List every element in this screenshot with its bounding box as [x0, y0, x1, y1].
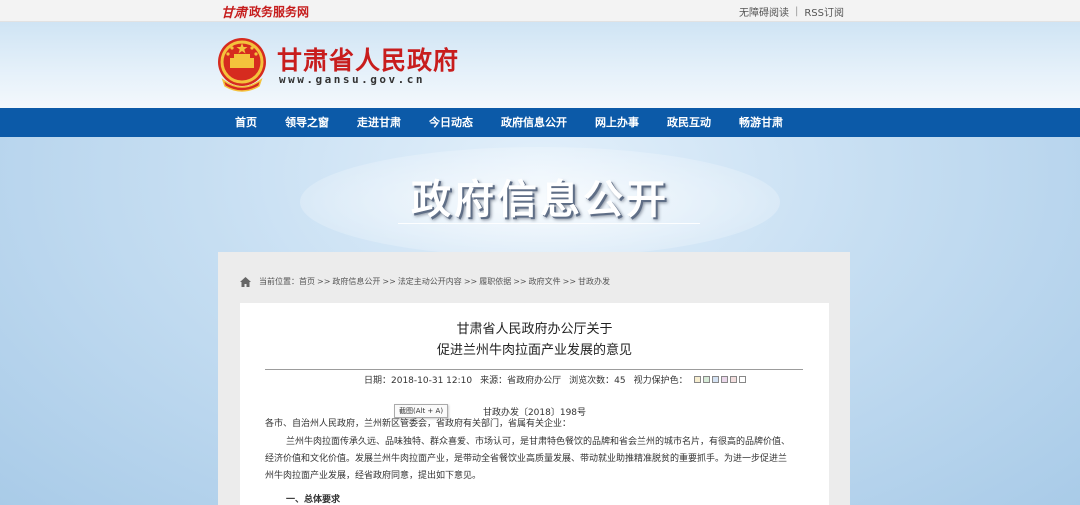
site-header: 甘肃省人民政府 www.gansu.gov.cn: [0, 22, 1080, 108]
breadcrumb-gov-documents[interactable]: 政府文件: [529, 276, 561, 287]
home-icon: [240, 276, 251, 287]
banner-underline: [398, 223, 700, 224]
breadcrumb-arrow: >>: [562, 277, 577, 286]
breadcrumb-arrow: >>: [513, 277, 527, 286]
section-heading: 一、总体要求: [286, 495, 341, 505]
breadcrumb-arrow: >>: [382, 277, 396, 286]
rss-subscribe-link[interactable]: RSS订阅: [798, 4, 850, 19]
top-links: 无障碍阅读 | RSS订阅: [733, 4, 850, 19]
gansu-script-logo: 甘肃: [221, 5, 248, 21]
nav-item-tourism[interactable]: 畅游甘肃: [725, 108, 797, 137]
content-panel: 当前位置： 首页 >> 政府信息公开 >> 法定主动公开内容 >> 履职依据 >…: [218, 252, 850, 505]
accessibility-reading-link[interactable]: 无障碍阅读: [733, 4, 795, 19]
nav-item-leaders[interactable]: 领导之窗: [271, 108, 343, 137]
nav-item-online-services[interactable]: 网上办事: [581, 108, 653, 137]
service-portal-link[interactable]: 甘肃 政务服务网: [221, 3, 310, 21]
breadcrumb-arrow: >>: [317, 277, 331, 286]
color-swatch-white[interactable]: [738, 376, 746, 383]
view-count: 浏览次数：45: [569, 376, 626, 386]
site-title[interactable]: 甘肃省人民政府: [277, 41, 459, 77]
color-swatch-purple[interactable]: [720, 376, 728, 383]
document-title-line2: 促进兰州牛肉拉面产业发展的意见: [436, 343, 632, 358]
nav-item-about-gansu[interactable]: 走进甘肃: [343, 108, 415, 137]
document-body: 甘肃省人民政府办公厅关于 促进兰州牛肉拉面产业发展的意见 日期：2018-10-…: [240, 303, 829, 505]
banner-title: 政府信息公开: [411, 177, 669, 223]
breadcrumb-current[interactable]: 甘政办发: [578, 276, 610, 287]
nav-item-news[interactable]: 今日动态: [415, 108, 487, 137]
color-swatch-yellow[interactable]: [693, 376, 701, 383]
eye-protection-swatches: [693, 376, 748, 383]
breadcrumb-home[interactable]: 首页: [299, 276, 315, 287]
document-meta: 日期：2018-10-31 12:10 来源：省政府办公厅 浏览次数：45 视力…: [364, 373, 748, 386]
main-nav: 首页 领导之窗 走进甘肃 今日动态 政府信息公开 网上办事 政民互动 畅游甘肃: [0, 108, 1080, 137]
breadcrumb-arrow: >>: [463, 277, 478, 286]
breadcrumb-duty-basis[interactable]: 履职依据: [479, 276, 511, 287]
breadcrumb: 当前位置： 首页 >> 政府信息公开 >> 法定主动公开内容 >> 履职依据 >…: [240, 276, 610, 287]
nav-item-info-disclosure[interactable]: 政府信息公开: [487, 108, 581, 137]
site-url: www.gansu.gov.cn: [279, 73, 425, 86]
service-portal-name: 政务服务网: [249, 4, 310, 19]
top-bar: 甘肃 政务服务网 无障碍阅读 | RSS订阅: [0, 0, 1080, 22]
title-divider: [265, 369, 803, 370]
eye-protection-label: 视力保护色：: [633, 376, 688, 386]
national-emblem-icon[interactable]: [215, 36, 269, 92]
breadcrumb-info-disclosure[interactable]: 政府信息公开: [332, 276, 380, 287]
nav-item-interaction[interactable]: 政民互动: [653, 108, 725, 137]
breadcrumb-prefix: 当前位置：: [259, 277, 299, 286]
salutation: 各市、自治州人民政府，兰州新区管委会，省政府有关部门，省属有关企业：: [265, 419, 572, 429]
body-paragraph: 州牛肉拉面产业发展，经省政府同意，提出如下意见。: [265, 471, 482, 481]
document-title-line1: 甘肃省人民政府办公厅关于: [456, 322, 613, 337]
document-source: 来源：省政府办公厅: [480, 376, 562, 386]
body-paragraph: 经济价值和文化价值。发展兰州牛肉拉面产业，是带动全省餐饮业高质量发展、带动就业助…: [265, 454, 788, 464]
publish-date: 日期：2018-10-31 12:10: [364, 376, 473, 386]
color-swatch-blue[interactable]: [711, 376, 719, 383]
breadcrumb-mandatory-content[interactable]: 法定主动公开内容: [398, 276, 462, 287]
nav-item-home[interactable]: 首页: [221, 108, 271, 137]
color-swatch-pink[interactable]: [729, 376, 737, 383]
body-paragraph: 兰州牛肉拉面传承久远、品味独特、群众喜爱、市场认可，是甘肃特色餐饮的品牌和省会兰…: [286, 437, 791, 447]
color-swatch-green[interactable]: [702, 376, 710, 383]
